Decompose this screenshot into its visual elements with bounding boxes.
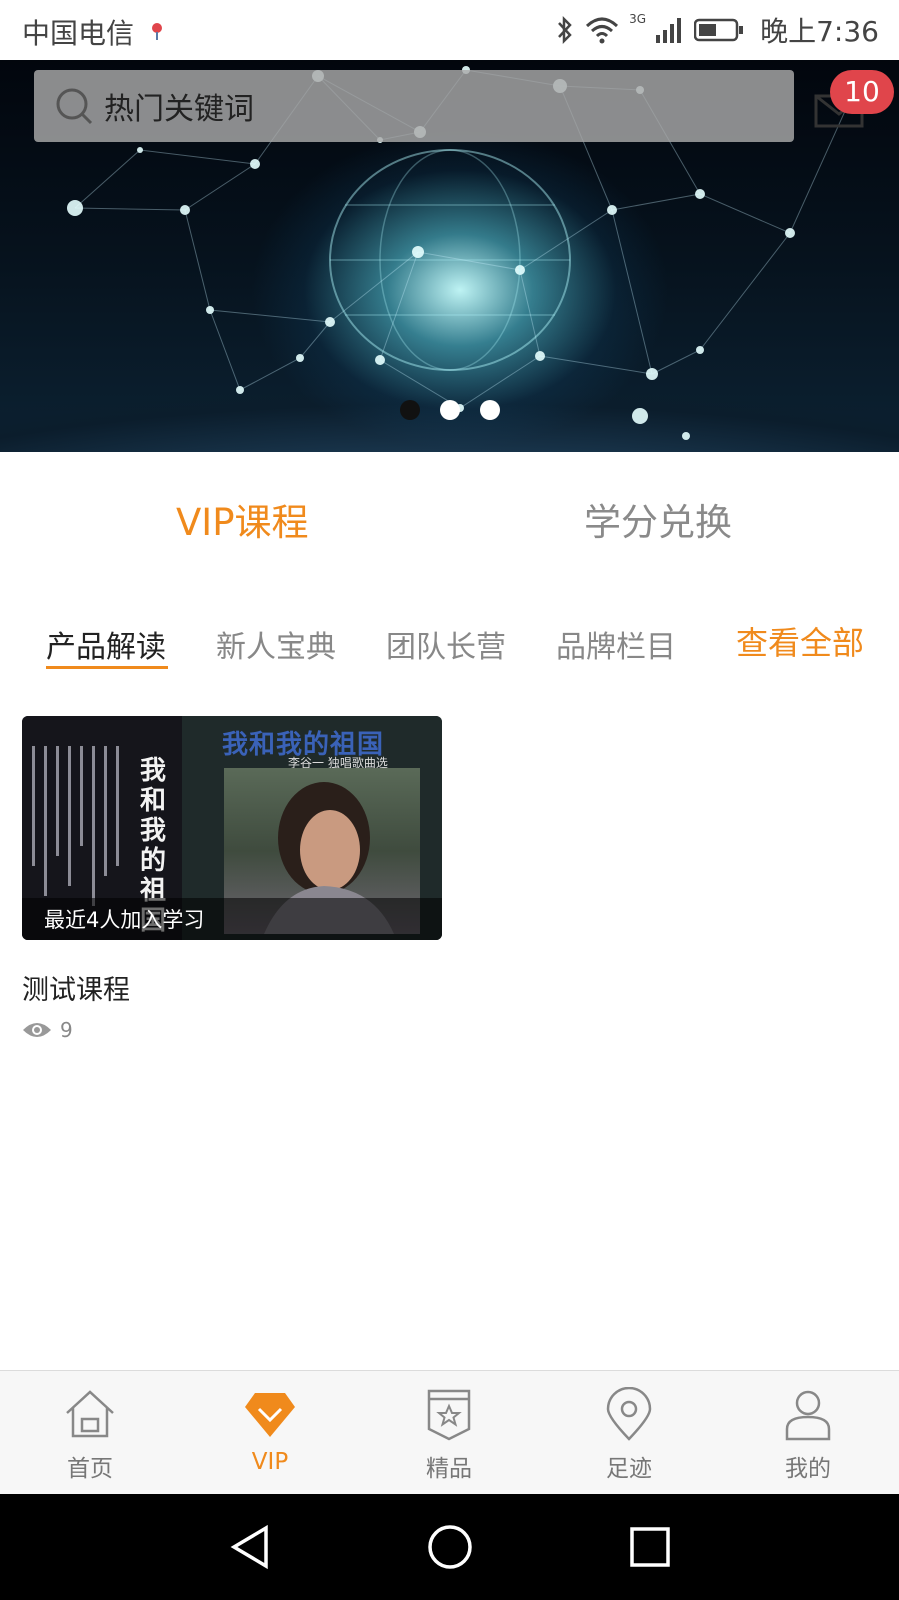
- eye-icon: [23, 1023, 51, 1037]
- recent-joiners-text: 最近4人加入学习: [44, 908, 205, 932]
- tab-vip-courses[interactable]: VIP课程: [176, 492, 309, 546]
- user-icon: [785, 1390, 831, 1441]
- nav-premium[interactable]: 精品: [389, 1387, 509, 1483]
- nav-home[interactable]: 首页: [30, 1387, 150, 1483]
- home-circle-icon[interactable]: [427, 1524, 473, 1570]
- main-tabs: VIP课程 学分兑换: [0, 452, 899, 572]
- course-title[interactable]: 测试课程: [22, 968, 130, 1007]
- course-thumbnail[interactable]: 我和我的祖国 我和我的祖国 李谷一 独唱歌曲选 最近4人加入学习: [22, 716, 442, 940]
- back-icon[interactable]: [228, 1524, 272, 1570]
- carousel-indicator: [400, 400, 500, 420]
- nav-profile[interactable]: 我的: [748, 1387, 868, 1483]
- view-count-number: 9: [60, 1018, 73, 1042]
- nav-home-label: 首页: [67, 1456, 113, 1482]
- carrier-name: 中国电信: [22, 17, 135, 50]
- recent-apps-icon[interactable]: [629, 1526, 671, 1568]
- bottom-navigation: 首页 VIP 精品 足迹 我的: [0, 1370, 899, 1495]
- nav-vip[interactable]: VIP: [210, 1387, 330, 1475]
- carousel-dot[interactable]: [480, 400, 500, 420]
- home-icon: [66, 1390, 114, 1438]
- carousel-dot[interactable]: [440, 400, 460, 420]
- location-pin-icon: [606, 1387, 652, 1441]
- search-icon: [56, 88, 93, 125]
- system-navigation-bar: [0, 1494, 899, 1600]
- nav-footprints[interactable]: 足迹: [569, 1387, 689, 1483]
- category-tab-newcomer-guide[interactable]: 新人宝典: [216, 622, 336, 666]
- notification-badge: 10: [830, 70, 894, 114]
- network-type: 3G: [629, 12, 647, 26]
- category-tab-product-interpretation[interactable]: 产品解读: [46, 622, 166, 666]
- category-tab-brand-column[interactable]: 品牌栏目: [556, 622, 676, 666]
- tab-credit-exchange[interactable]: 学分兑换: [584, 492, 732, 546]
- join-info-overlay: 最近4人加入学习: [22, 898, 442, 940]
- view-count: 9: [22, 1018, 73, 1042]
- nav-premium-label: 精品: [426, 1456, 472, 1482]
- status-bar: 中国电信 3G 晚上7:36: [0, 0, 899, 60]
- nav-footprints-label: 足迹: [606, 1456, 652, 1482]
- hero-banner[interactable]: 热门关键词 10: [0, 60, 899, 452]
- search-bar[interactable]: 热门关键词: [34, 70, 794, 142]
- battery-icon: [694, 18, 744, 42]
- badge-star-icon: [427, 1389, 471, 1441]
- nav-vip-label: VIP: [251, 1449, 289, 1475]
- category-tabs: 产品解读 新人宝典 团队长营 品牌栏目 查看全部: [0, 610, 899, 670]
- carousel-dot[interactable]: [400, 400, 420, 420]
- location-service-icon: [152, 23, 162, 40]
- signal-icon: [656, 18, 682, 43]
- clock: 晚上7:36: [760, 15, 879, 48]
- diamond-icon: [245, 1393, 295, 1437]
- wifi-icon: [586, 17, 619, 44]
- view-all-link[interactable]: 查看全部: [736, 618, 864, 664]
- active-tab-indicator: [46, 666, 168, 669]
- search-placeholder: 热门关键词: [104, 92, 254, 127]
- bluetooth-icon: [558, 15, 572, 45]
- nav-profile-label: 我的: [785, 1456, 831, 1482]
- category-tab-team-leader-camp[interactable]: 团队长营: [386, 622, 506, 666]
